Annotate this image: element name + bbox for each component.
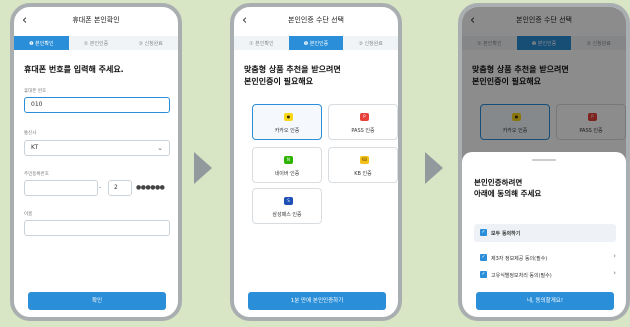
kb-method-card[interactable]: KB KB 인증: [328, 147, 398, 183]
confirm-button[interactable]: 확인: [28, 292, 166, 310]
rrn-mask: ●●●●●●: [136, 184, 165, 191]
agree-all-row[interactable]: ✓ 모두 동의하기: [474, 224, 616, 242]
header: ‹ 본인인증 수단 선택: [234, 13, 398, 31]
agree-1-label: 제3자 정보제공 동의(필수): [491, 256, 548, 262]
naver-method-card[interactable]: N 네이버 인증: [252, 147, 322, 183]
name-input[interactable]: [24, 220, 170, 236]
method-heading: 맞춤형 상품 추천을 받으려면 본인인증이 필요해요: [244, 64, 390, 88]
arrow-right-icon: [194, 152, 212, 184]
samsungpass-method-card[interactable]: S 삼성패스 인증: [252, 188, 322, 224]
rrn-front-input[interactable]: [24, 180, 98, 196]
step-indicator: ❶ 본인확인 ② 본인인증 ③ 신청완료: [14, 36, 178, 50]
kakao-icon: ●: [284, 113, 293, 121]
sheet-line-2: 아래에 동의해 주세요: [474, 189, 542, 198]
step-3: ③ 신청완료: [358, 40, 383, 47]
name-label: 이름: [24, 212, 33, 217]
chevron-right-icon[interactable]: ›: [613, 269, 616, 277]
carrier-label: 통신사: [24, 131, 37, 136]
rrn-back-input[interactable]: 2: [108, 180, 132, 196]
phone-screen-method: ‹ 본인인증 수단 선택 ① 본인확인 ❷ 본인인증 ③ 신청완료 맞춤형 상품…: [230, 3, 402, 321]
carrier-select[interactable]: KT ⌄: [24, 140, 170, 156]
step-2: ② 본인인증: [83, 40, 109, 47]
arrow-right-icon: [425, 152, 443, 184]
form-heading: 휴대폰 번호를 입력해 주세요.: [24, 65, 124, 74]
agree-button[interactable]: 네, 동의할게요!: [476, 292, 614, 310]
naver-icon: N: [284, 156, 293, 164]
agree-all-label: 모두 동의하기: [491, 231, 521, 237]
rrn-dash: -: [99, 184, 102, 191]
pass-icon: P: [360, 113, 369, 121]
kb-icon: KB: [360, 156, 369, 164]
agree-2-label: 고유식별정보처리 동의(필수): [491, 273, 552, 279]
phone-screen-identity: ‹ 휴대폰 본인확인 ❶ 본인확인 ② 본인인증 ③ 신청완료 휴대폰 번호를 …: [10, 3, 182, 321]
naver-label: 네이버 인증: [274, 171, 300, 177]
sheet-handle[interactable]: [532, 159, 556, 161]
phone-label: 휴대폰 번호: [24, 89, 47, 94]
chevron-down-icon: ⌄: [157, 144, 163, 152]
chevron-right-icon[interactable]: ›: [613, 252, 616, 260]
phone-screen-consent: ‹ 본인인증 수단 선택 ① 본인확인 ❷ 본인인증 ③ 신청완료 맞춤형 상품…: [458, 3, 630, 321]
heading-line-2: 본인인증이 필요해요: [244, 77, 314, 86]
step-indicator: ① 본인확인 ❷ 본인인증 ③ 신청완료: [234, 36, 398, 50]
samsungpass-label: 삼성패스 인증: [272, 212, 302, 218]
pass-method-card[interactable]: P PASS 인증: [328, 104, 398, 140]
step-1: ❶ 본인확인: [14, 36, 69, 50]
carrier-value: KT: [31, 144, 39, 151]
rrn-label: 주민등록번호: [24, 172, 49, 177]
kakao-label: 카카오 인증: [274, 128, 300, 134]
page-title: 휴대폰 본인확인: [72, 16, 120, 24]
verify-button[interactable]: 1분 만에 본인인증하기: [248, 292, 386, 310]
header: ‹ 휴대폰 본인확인: [14, 13, 178, 31]
step-3: ③ 신청완료: [138, 40, 163, 47]
consent-bottom-sheet: 본인인증하려면 아래에 동의해 주세요 ✓ 모두 동의하기 ✓ 제3자 정보제공…: [462, 152, 626, 317]
heading-line-1: 맞춤형 상품 추천을 받으려면: [244, 65, 341, 74]
phone-input[interactable]: 010: [24, 97, 170, 113]
step-1: ① 본인확인: [249, 40, 274, 47]
samsungpass-icon: S: [284, 197, 293, 205]
kb-label: KB 인증: [354, 171, 372, 177]
kakao-method-card[interactable]: ● 카카오 인증: [252, 104, 322, 140]
checkbox-checked-icon[interactable]: ✓: [480, 271, 487, 278]
sheet-heading: 본인인증하려면 아래에 동의해 주세요: [474, 177, 618, 199]
step-2: ❷ 본인인증: [288, 36, 344, 50]
checkbox-checked-icon[interactable]: ✓: [480, 254, 487, 261]
page-title: 본인인증 수단 선택: [288, 16, 344, 24]
sheet-line-1: 본인인증하려면: [474, 178, 523, 187]
pass-label: PASS 인증: [351, 128, 375, 134]
checkbox-checked-icon[interactable]: ✓: [480, 229, 487, 236]
